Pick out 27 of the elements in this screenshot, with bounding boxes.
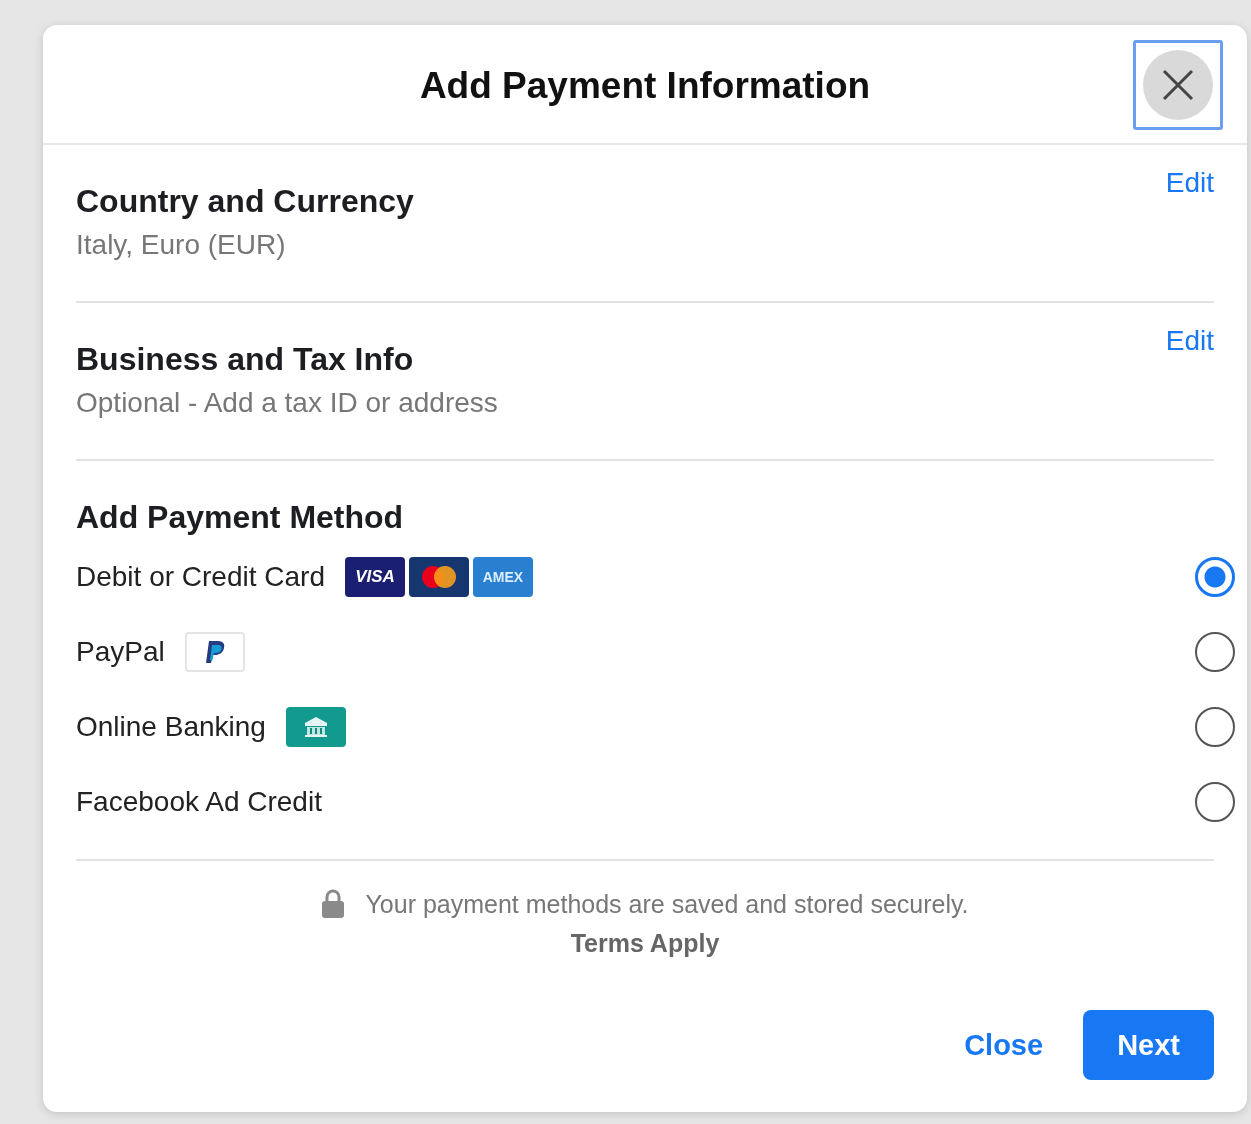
section-heading: Add Payment Method (76, 498, 405, 537)
radio-button[interactable] (1195, 556, 1235, 597)
section-detail: Italy, Euro (EUR) (76, 228, 287, 262)
visa-logo: VISA (345, 556, 405, 597)
payment-option-label: Online Banking (76, 710, 266, 743)
mastercard-logo (409, 556, 469, 597)
terms-link[interactable]: Terms Apply (570, 929, 720, 958)
payment-option-label: Debit or Credit Card (76, 560, 325, 593)
edit-link[interactable]: Edit (1165, 325, 1214, 425)
edit-link[interactable]: Edit (1165, 167, 1214, 267)
section-detail: Optional - Add a tax ID or address (76, 386, 498, 420)
section-heading: Country and Currency (76, 182, 414, 221)
radio-button[interactable] (1195, 706, 1235, 747)
security-note: Your payment methods are saved and stored securely. (365, 889, 969, 919)
close-icon (1161, 68, 1195, 102)
amex-logo: AMEX (473, 556, 533, 597)
dialog-title: Add Payment Information (419, 65, 871, 107)
lock-icon (321, 889, 346, 919)
bank-icon (285, 706, 346, 747)
next-button[interactable]: Next (1083, 1010, 1214, 1080)
payment-option-label: PayPal (76, 635, 165, 668)
section-heading: Business and Tax Info (76, 340, 415, 379)
close-button[interactable] (1133, 40, 1223, 130)
radio-button[interactable] (1195, 781, 1235, 822)
payment-option-label: Facebook Ad Credit (76, 785, 322, 818)
radio-button[interactable] (1195, 631, 1235, 672)
paypal-logo (184, 631, 245, 672)
